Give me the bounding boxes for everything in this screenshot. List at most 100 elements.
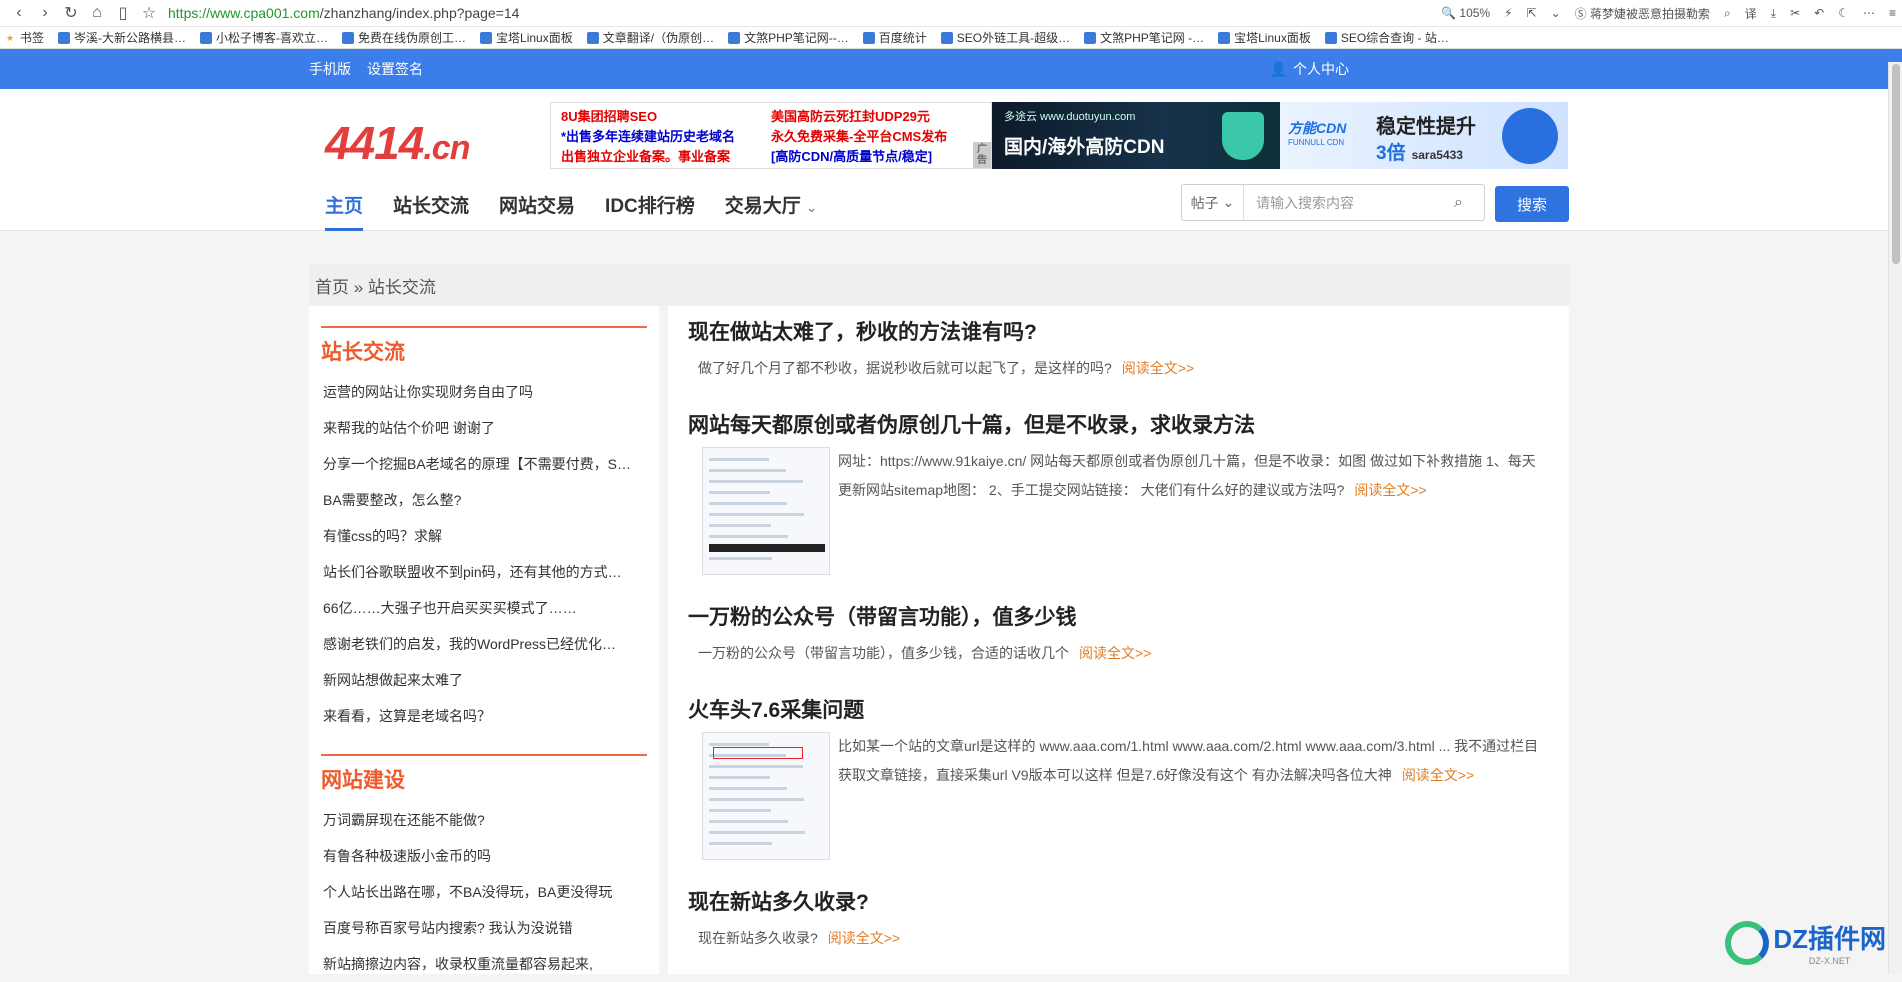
nav-site-trade[interactable]: 网站交易 <box>499 191 575 231</box>
sidebar-list-item[interactable]: 分享一个挖掘BA老域名的原理【不需要付费，S… <box>321 446 647 482</box>
share-icon[interactable]: ⇱ <box>1527 6 1537 20</box>
user-center-link[interactable]: 👤 个人中心 <box>1270 59 1349 79</box>
post-title[interactable]: 网站每天都原创或者伪原创几十篇，但是不收录，求收录方法 <box>688 409 1549 439</box>
url-domain: www.cpa001.com <box>210 5 320 21</box>
scrollbar-thumb[interactable] <box>1892 64 1900 264</box>
search-icon[interactable]: ⌕ <box>1454 194 1484 212</box>
thumbnail-line <box>709 820 788 823</box>
sidebar-list-item[interactable]: 新网站想做起来太难了 <box>321 662 647 698</box>
sidebar-list-item[interactable]: 站长们谷歌联盟收不到pin码，还有其他的方式… <box>321 554 647 590</box>
read-more-link[interactable]: 阅读全文>> <box>1122 360 1194 376</box>
text-ad-banner[interactable]: 8U集团招聘SEO美国高防云死扛封UDP29元*出售多年连续建站历史老域名永久免… <box>550 102 992 169</box>
chevron-down-icon[interactable]: ⌄ <box>1551 6 1561 20</box>
news-ticker[interactable]: Ⓢ 蒋梦婕被恶意拍摄勒索 <box>1575 5 1710 22</box>
search-button[interactable]: 搜索 <box>1495 186 1569 222</box>
post-excerpt: 做了好几个月了都不秒收，据说秒收后就可以起飞了，是这样的吗?阅读全文>> <box>688 354 1549 383</box>
sidebar-list-item[interactable]: 感谢老铁们的启发，我的WordPress已经优化… <box>321 626 647 662</box>
undo-icon[interactable]: ↶ <box>1814 6 1824 20</box>
bookmark-label: 书签 <box>20 29 44 46</box>
forward-icon[interactable]: › <box>32 2 58 24</box>
sidebar-block-title[interactable]: 网站建设 <box>321 764 647 794</box>
bookmark-item[interactable]: 小松子博客-喜欢立… <box>200 29 328 46</box>
search-type-value: 帖子 <box>1191 193 1219 213</box>
thumbnail-highlight <box>713 747 803 759</box>
set-sign-link[interactable]: 设置签名 <box>367 59 423 79</box>
ad3-user: sara5433 <box>1412 148 1463 162</box>
menu-icon[interactable]: ≡ <box>1889 6 1896 20</box>
star-icon: ★ <box>4 32 16 44</box>
bookmark-item[interactable]: 文煞PHP笔记网--… <box>728 29 849 46</box>
more-icon[interactable]: ⋯ <box>1863 6 1875 20</box>
sidebar-list-item[interactable]: 来看看，这算是老域名吗？ <box>321 698 647 734</box>
mobile-link[interactable]: 手机版 <box>309 59 351 79</box>
sidebar-list-item[interactable]: 有鲁各种极速版小金币的吗 <box>321 838 647 874</box>
ad-text-line[interactable]: 永久免费采集-全平台CMS发布 <box>771 127 981 147</box>
main-nav: 主页 站长交流 网站交易 IDC排行榜 交易大厅 ⌄ <box>325 191 817 231</box>
favicon-icon <box>342 32 354 44</box>
bookmark-item[interactable]: 百度统计 <box>863 29 927 46</box>
post-title[interactable]: 现在做站太难了，秒收的方法谁有吗? <box>688 316 1549 346</box>
sidebar-block-title[interactable]: 站长交流 <box>321 336 647 366</box>
translate-icon[interactable]: 译 <box>1745 5 1757 22</box>
bookmark-item[interactable]: 免费在线伪原创工… <box>342 29 466 46</box>
read-more-link[interactable]: 阅读全文>> <box>1402 767 1474 783</box>
bookmark-item[interactable]: 宝塔Linux面板 <box>1218 29 1311 46</box>
ad3-headline: 稳定性提升 <box>1376 110 1476 139</box>
ad-text-line[interactable]: 美国高防云死扛封UDP29元 <box>771 107 981 127</box>
star-icon[interactable]: ☆ <box>136 2 162 24</box>
bookmark-item[interactable]: SEO综合查询 - 站… <box>1325 29 1449 46</box>
post-thumbnail[interactable] <box>702 732 830 860</box>
ad-text-line[interactable]: [高防CDN/高质量节点/稳定] <box>771 147 981 167</box>
ad-text-line[interactable]: *出售多年连续建站历史老域名 <box>561 127 771 147</box>
scissors-icon[interactable]: ✂ <box>1790 6 1800 20</box>
post-excerpt-text: 一万粉的公众号（带留言功能），值多少钱，合适的话收几个 <box>698 645 1069 661</box>
bookmarks-folder[interactable]: ★ 书签 <box>4 29 44 46</box>
funnull-ad-banner[interactable]: 方能CDN FUNNULL CDN 稳定性提升 3倍sara5433 <box>1280 102 1568 169</box>
post-title[interactable]: 一万粉的公众号（带留言功能），值多少钱 <box>688 601 1549 631</box>
zoom-level[interactable]: 🔍 105% <box>1441 6 1490 20</box>
nav-home[interactable]: 主页 <box>325 191 363 231</box>
sidebar-list-item[interactable]: 万词霸屏现在还能不能做? <box>321 802 647 838</box>
lightning-icon[interactable]: ⚡ <box>1504 6 1512 20</box>
bookmark-label: 文章翻译/（伪原创… <box>603 29 714 46</box>
sidebar-list-item[interactable]: 个人站长出路在哪，不BA没得玩，BA更没得玩 <box>321 874 647 910</box>
search-input[interactable]: 请输入搜索内容 <box>1244 193 1454 213</box>
post-title[interactable]: 火车头7.6采集问题 <box>688 694 1549 724</box>
site-logo[interactable]: 4414.cn <box>325 116 469 170</box>
nav-webmaster[interactable]: 站长交流 <box>393 191 469 231</box>
ad-text-line[interactable]: 出售独立企业备案。事业备案 <box>561 147 771 167</box>
search-icon[interactable]: ⌕ <box>1724 6 1731 21</box>
sidebar-list-item[interactable]: 百度号称百家号站内搜索? 我认为没说错 <box>321 910 647 946</box>
page-scrollbar[interactable] <box>1888 62 1902 974</box>
sidebar-list-item[interactable]: 有懂css的吗？求解 <box>321 518 647 554</box>
read-more-link[interactable]: 阅读全文>> <box>1079 645 1151 661</box>
nav-idc-rank[interactable]: IDC排行榜 <box>605 191 695 231</box>
bookmark-item[interactable]: 岑溪-大新公路横县… <box>58 29 186 46</box>
bookmark-item[interactable]: SEO外链工具-超级… <box>941 29 1070 46</box>
sidebar-list-item[interactable]: 来帮我的站估个价吧 谢谢了 <box>321 410 647 446</box>
sidebar-list-item[interactable]: 66亿……大强子也开启买买买模式了…… <box>321 590 647 626</box>
read-more-link[interactable]: 阅读全文>> <box>1354 482 1426 498</box>
address-bar[interactable]: https://www.cpa001.com/zhanzhang/index.p… <box>168 5 519 21</box>
post-excerpt: 比如某一个站的文章url是这样的 www.aaa.com/1.html www.… <box>838 732 1549 860</box>
nav-trade-hall[interactable]: 交易大厅 ⌄ <box>725 191 817 231</box>
read-more-link[interactable]: 阅读全文>> <box>828 930 900 946</box>
sidebar-list-item[interactable]: 运营的网站让你实现财务自由了吗 <box>321 374 647 410</box>
reader-icon[interactable]: ▯ <box>110 2 136 24</box>
duotuyun-ad-banner[interactable]: 多途云 www.duotuyun.com 国内/海外高防CDN <box>992 102 1280 169</box>
post-title[interactable]: 现在新站多久收录? <box>688 886 1549 916</box>
night-mode-icon[interactable]: ☾ <box>1838 6 1849 20</box>
home-icon[interactable]: ⌂ <box>84 2 110 24</box>
post-thumbnail[interactable] <box>702 447 830 575</box>
bookmark-item[interactable]: 文章翻译/（伪原创… <box>587 29 714 46</box>
back-icon[interactable]: ‹ <box>6 2 32 24</box>
search-type-select[interactable]: 帖子 ⌄ <box>1182 185 1244 220</box>
reload-icon[interactable]: ↻ <box>58 2 84 24</box>
bookmark-item[interactable]: 文煞PHP笔记网 -… <box>1084 29 1204 46</box>
ad-text-line[interactable]: 8U集团招聘SEO <box>561 107 771 127</box>
sidebar-list-item[interactable]: BA需要整改，怎么整? <box>321 482 647 518</box>
sidebar-list-item[interactable]: 新站摘擦边内容，收录权重流量都容易起来, <box>321 946 647 982</box>
bookmark-item[interactable]: 宝塔Linux面板 <box>480 29 573 46</box>
download-icon[interactable]: ⤓ <box>1771 6 1776 21</box>
post-excerpt-text: 网址：https://www.91kaiye.cn/ 网站每天都原创或者伪原创几… <box>838 453 1536 498</box>
